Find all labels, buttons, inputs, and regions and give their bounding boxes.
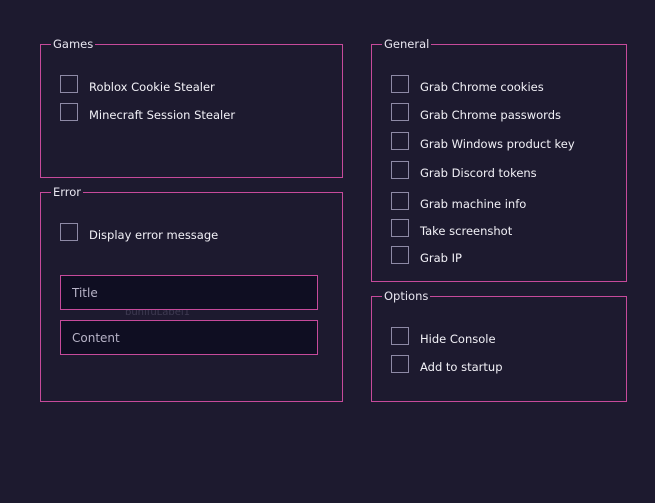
add-to-startup-checkbox[interactable] (391, 355, 409, 373)
minecraft-session-stealer-checkbox[interactable] (60, 103, 78, 121)
grab-ip-label: Grab IP (420, 251, 462, 265)
take-screenshot-label: Take screenshot (420, 224, 513, 238)
grab-discord-tokens-label: Grab Discord tokens (420, 166, 537, 180)
general-group-title: General (382, 37, 432, 51)
grab-discord-tokens-checkbox[interactable] (391, 161, 409, 179)
grab-chrome-passwords-label: Grab Chrome passwords (420, 108, 561, 122)
error-title-input[interactable] (60, 275, 318, 310)
hide-console-label: Hide Console (420, 332, 496, 346)
roblox-cookie-stealer-label: Roblox Cookie Stealer (89, 80, 215, 94)
app-window: Games Roblox Cookie Stealer Minecraft Se… (0, 0, 655, 503)
grab-ip-option[interactable]: Grab IP (391, 245, 462, 265)
grab-chrome-passwords-option[interactable]: Grab Chrome passwords (391, 102, 561, 122)
add-to-startup-label: Add to startup (420, 360, 503, 374)
error-content-input[interactable] (60, 320, 318, 355)
grab-machine-info-label: Grab machine info (420, 197, 527, 211)
add-to-startup-option[interactable]: Add to startup (391, 354, 503, 374)
options-group-title: Options (382, 289, 431, 303)
grab-machine-info-checkbox[interactable] (391, 192, 409, 210)
error-group-title: Error (51, 185, 84, 199)
grab-chrome-cookies-option[interactable]: Grab Chrome cookies (391, 74, 544, 94)
display-error-message-checkbox[interactable] (60, 223, 78, 241)
grab-chrome-cookies-label: Grab Chrome cookies (420, 80, 544, 94)
grab-windows-product-key-option[interactable]: Grab Windows product key (391, 131, 575, 151)
display-error-message-label: Display error message (89, 228, 219, 242)
grab-windows-product-key-label: Grab Windows product key (420, 137, 575, 151)
grab-windows-product-key-checkbox[interactable] (391, 132, 409, 150)
minecraft-session-stealer-option[interactable]: Minecraft Session Stealer (60, 102, 235, 122)
grab-chrome-passwords-checkbox[interactable] (391, 103, 409, 121)
grab-ip-checkbox[interactable] (391, 246, 409, 264)
minecraft-session-stealer-label: Minecraft Session Stealer (89, 108, 236, 122)
roblox-cookie-stealer-option[interactable]: Roblox Cookie Stealer (60, 74, 215, 94)
grab-discord-tokens-option[interactable]: Grab Discord tokens (391, 160, 537, 180)
hide-console-option[interactable]: Hide Console (391, 326, 496, 346)
roblox-cookie-stealer-checkbox[interactable] (60, 75, 78, 93)
take-screenshot-checkbox[interactable] (391, 219, 409, 237)
grab-machine-info-option[interactable]: Grab machine info (391, 191, 526, 211)
hide-console-checkbox[interactable] (391, 327, 409, 345)
take-screenshot-option[interactable]: Take screenshot (391, 218, 512, 238)
display-error-message-option[interactable]: Display error message (60, 222, 218, 242)
grab-chrome-cookies-checkbox[interactable] (391, 75, 409, 93)
options-group: Options (371, 289, 627, 402)
games-group-title: Games (51, 37, 96, 51)
